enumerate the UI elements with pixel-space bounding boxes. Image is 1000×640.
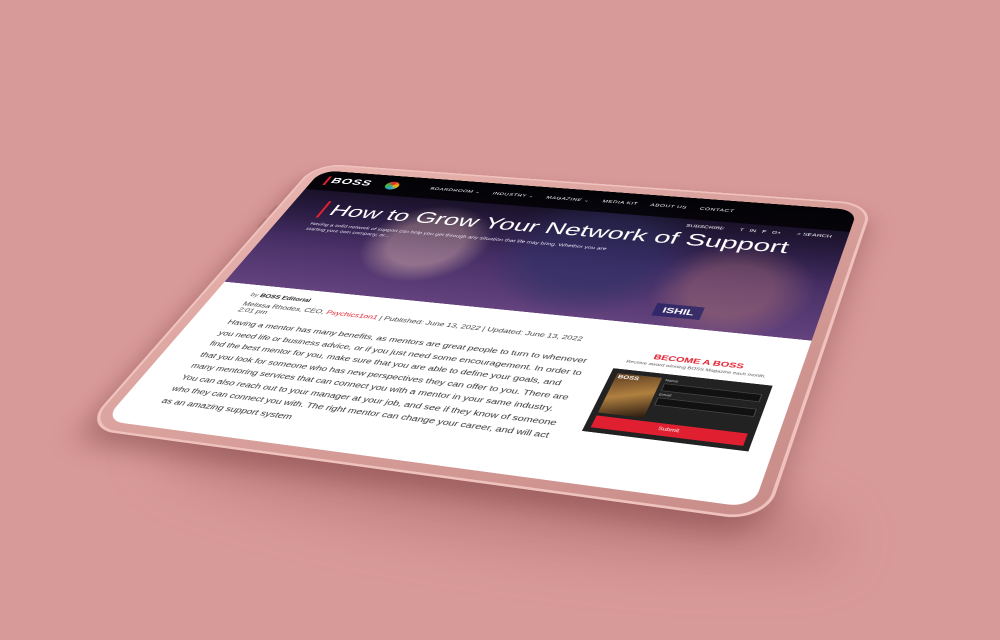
- linkedin-icon[interactable]: in: [749, 229, 757, 233]
- twitter-icon[interactable]: t: [739, 228, 745, 232]
- subscribe-widget: BECOME A BOSS Receive award winning BOSS…: [582, 350, 780, 452]
- form-fields: Name Email: [648, 378, 764, 430]
- site-logo[interactable]: BOSS: [322, 176, 375, 189]
- nav-item-about-us[interactable]: ABOUT US: [649, 203, 687, 210]
- facebook-icon[interactable]: f: [761, 230, 767, 234]
- meta-company-link[interactable]: Psychics1on1: [324, 309, 379, 320]
- volume-button: [267, 205, 279, 215]
- google-plus-icon[interactable]: G+: [771, 231, 782, 236]
- nav-item-magazine[interactable]: MAGAZINE ⌄: [545, 195, 591, 203]
- nav-item-boardroom[interactable]: BOARDROOM ⌄: [429, 187, 482, 194]
- nav-item-industry[interactable]: INDUSTRY ⌄: [491, 191, 535, 199]
- volume-button: [256, 217, 268, 228]
- nav-item-media-kit[interactable]: MEDIA KIT: [601, 200, 638, 207]
- byline-author[interactable]: BOSS Editorial: [258, 293, 312, 303]
- award-badge-icon: [382, 181, 402, 190]
- article-body: by BOSS Editorial Melissa Rhodes, CEO, P…: [157, 292, 608, 457]
- nav-item-contact[interactable]: CONTACT: [698, 207, 735, 214]
- signup-form: BOSS Name Email Submit: [582, 367, 773, 452]
